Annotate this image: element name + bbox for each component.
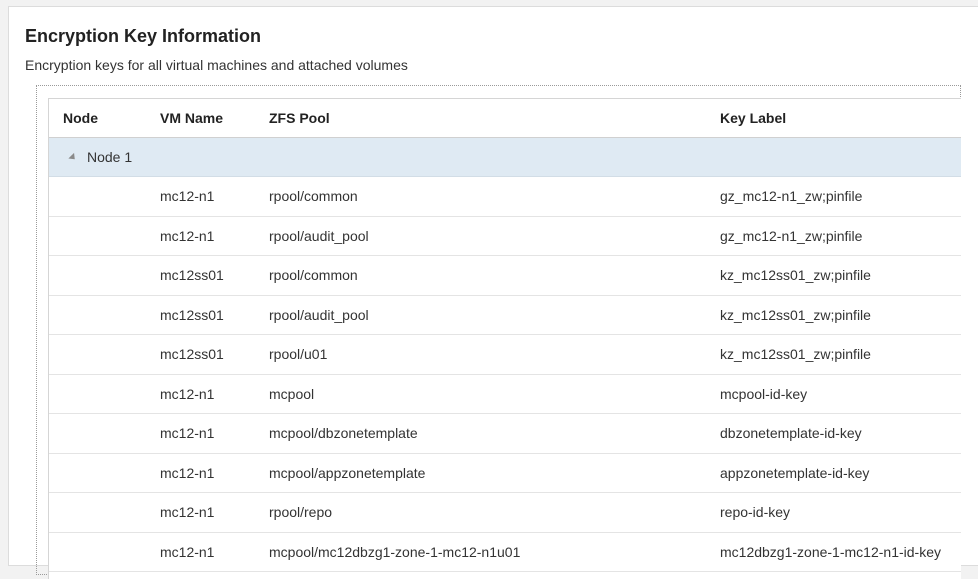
column-header-key-label[interactable]: Key Label	[720, 99, 786, 137]
key-label-cell: kz_mc12ss01_zw;pinfile	[720, 306, 871, 323]
zfs-pool-cell: rpool/audit_pool	[269, 306, 369, 323]
table-row[interactable]: mc12-n1 mcpool/appzonetemplate appzonetemp…	[49, 454, 961, 493]
encryption-key-table: Node VM Name ZFS Pool Key Label Node 1 m…	[48, 98, 961, 579]
vm-name-cell: mc12-n1	[160, 504, 215, 521]
table-row[interactable]: mc12ss01 rpool/common kz_mc12ss01_zw;pinfi…	[49, 256, 961, 296]
table-row[interactable]: mc12-n1 mcpool/mc12dbzg1-zone-1-mc12-n1u0…	[49, 533, 961, 572]
table-row[interactable]: mc12-n1 rpool/repo repo-id-key	[49, 493, 961, 533]
zfs-pool-cell: mcpool/dbzonetemplate	[269, 425, 418, 442]
vm-name-cell: mc12-n1	[160, 464, 215, 481]
table-row[interactable]: mc12-n1 rpool/audit_pool gz_mc12-n1_zw;pin…	[49, 217, 961, 256]
table-row[interactable]: mc12-n1 rpool/common gz_mc12-n1_zw;pinfile	[49, 177, 961, 217]
vm-name-cell: mc12-n1	[160, 227, 215, 244]
vm-name-cell: mc12-n1	[160, 385, 215, 402]
group-cell: Node 1	[63, 138, 132, 176]
key-label-cell: mcpool-id-key	[720, 385, 808, 402]
collapse-triangle-icon[interactable]	[68, 152, 78, 162]
vm-name-cell: mc12-n1	[160, 188, 215, 205]
table-row[interactable]: mc12-n1 mcpool mcpool-id-key	[49, 375, 961, 414]
group-label: Node 1	[87, 149, 133, 165]
group-row-node-1[interactable]: Node 1	[49, 138, 961, 177]
key-label-cell: dbzonetemplate-id-key	[720, 425, 862, 442]
zfs-pool-cell: rpool/common	[269, 267, 358, 284]
table-row[interactable]: mc12-n1 mcpool/dbzonetemplate dbzonetempla…	[49, 414, 961, 454]
table-row[interactable]: mc12ss01 rpool/audit_pool kz_mc12ss01_zw;p…	[49, 296, 961, 335]
column-header-vm-name[interactable]: VM Name	[160, 99, 223, 137]
zfs-pool-cell: rpool/repo	[269, 504, 333, 521]
key-label-cell: kz_mc12ss01_zw;pinfile	[720, 267, 871, 284]
vm-name-cell: mc12-n1	[160, 543, 215, 560]
table-row[interactable]: mc12ss01 rpool/u01 kz_mc12ss01_zw;pinfile	[49, 335, 961, 375]
vm-name-cell: mc12-n1	[160, 425, 215, 442]
key-label-cell: appzonetemplate-id-key	[720, 464, 870, 481]
table-body: mc12-n1 rpool/common gz_mc12-n1_zw;pinfile…	[49, 177, 961, 572]
zfs-pool-cell: rpool/common	[269, 188, 358, 205]
key-label-cell: repo-id-key	[720, 504, 791, 521]
zfs-pool-cell: mcpool/appzonetemplate	[269, 464, 426, 481]
vm-name-cell: mc12ss01	[160, 267, 224, 284]
table-header-row: Node VM Name ZFS Pool Key Label	[49, 99, 961, 138]
zfs-pool-cell: rpool/u01	[269, 346, 328, 363]
key-label-cell: kz_mc12ss01_zw;pinfile	[720, 346, 871, 363]
vm-name-cell: mc12ss01	[160, 306, 224, 323]
zfs-pool-cell: mcpool	[269, 385, 315, 402]
key-label-cell: gz_mc12-n1_zw;pinfile	[720, 188, 863, 205]
page-title: Encryption Key Information	[25, 26, 262, 46]
zfs-pool-cell: rpool/audit_pool	[269, 227, 369, 244]
page-subtitle: Encryption keys for all virtual machines…	[25, 57, 408, 73]
key-label-cell: gz_mc12-n1_zw;pinfile	[720, 227, 863, 244]
column-header-zfs-pool[interactable]: ZFS Pool	[269, 99, 330, 137]
zfs-pool-cell: mcpool/mc12dbzg1-zone-1-mc12-n1u01	[269, 543, 521, 560]
vm-name-cell: mc12ss01	[160, 346, 224, 363]
key-label-cell: mc12dbzg1-zone-1-mc12-n1-id-key	[720, 543, 941, 560]
column-header-node[interactable]: Node	[63, 99, 98, 137]
